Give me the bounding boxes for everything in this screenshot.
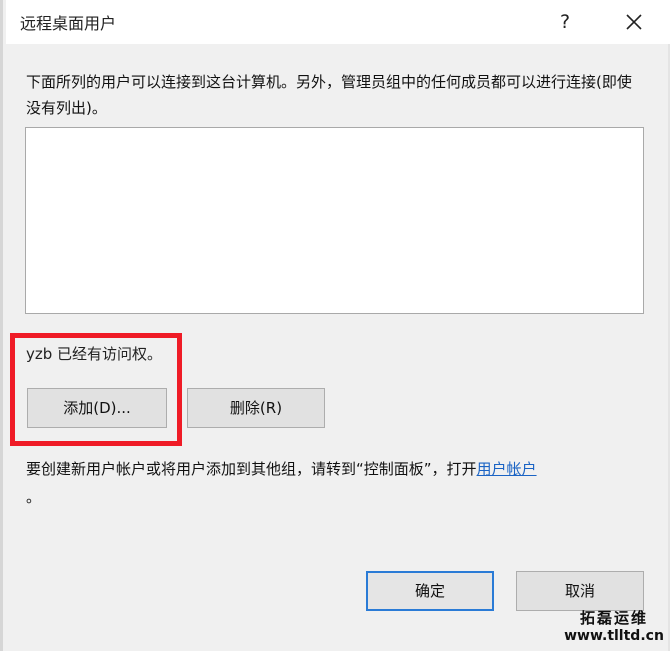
ok-button[interactable]: 确定 <box>366 571 494 611</box>
hint-suffix: 。 <box>26 488 42 506</box>
hint-prefix: 要创建新用户帐户或将用户添加到其他组，请转到“控制面板”，打开 <box>26 460 477 478</box>
title-bar: 远程桌面用户 ? <box>6 0 670 44</box>
close-button[interactable] <box>618 6 650 38</box>
description-text: 下面所列的用户可以连接到这台计算机。另外，管理员组中的任何成员都可以进行连接(即… <box>26 73 632 117</box>
user-accounts-link[interactable]: 用户帐户 <box>477 460 537 478</box>
window-title: 远程桌面用户 <box>20 14 117 33</box>
user-list-box[interactable] <box>25 127 644 314</box>
cancel-button[interactable]: 取消 <box>516 571 644 611</box>
close-icon <box>626 14 642 30</box>
remote-desktop-users-dialog: 远程桌面用户 ? 下面所列的用户可以连接到这台计算机。另外，管理员组中的任何成员… <box>0 0 670 651</box>
watermark-name: 拓磊运维 <box>579 609 648 627</box>
watermark-url: www.tlltd.cn <box>564 628 664 644</box>
access-status-text: yzb 已经有访问权。 <box>26 345 163 363</box>
help-button[interactable]: ? <box>551 8 579 36</box>
remove-button[interactable]: 删除(R) <box>187 388 325 428</box>
watermark: 拓磊运维 www.tlltd.cn <box>560 609 668 645</box>
add-button[interactable]: 添加(D)... <box>27 388 167 428</box>
hint-text: 要创建新用户帐户或将用户添加到其他组，请转到“控制面板”，打开用户帐户 。 <box>26 455 646 511</box>
